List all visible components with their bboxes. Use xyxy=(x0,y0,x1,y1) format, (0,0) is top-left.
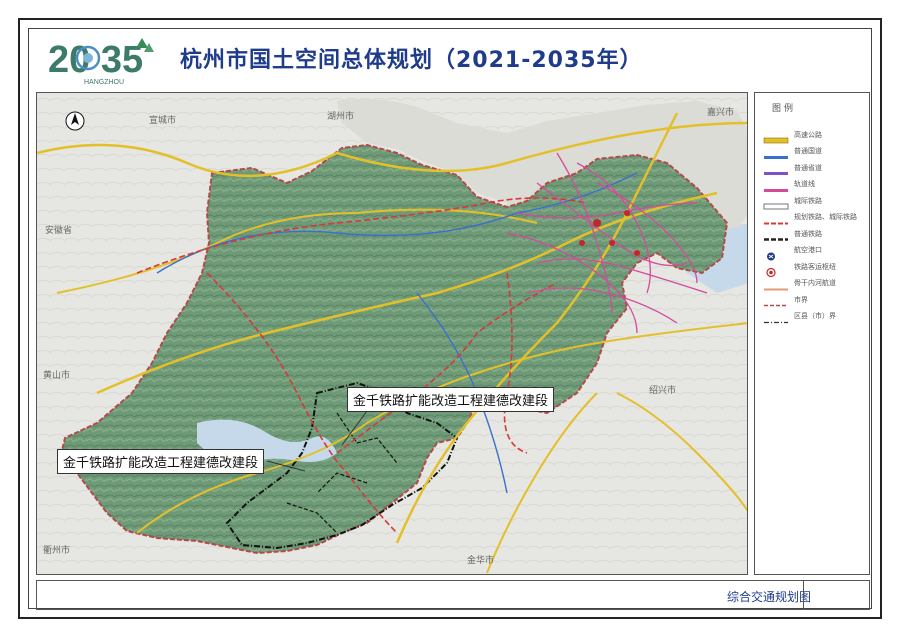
waterway-swatch-icon xyxy=(763,279,789,290)
railway-swatch-icon xyxy=(763,229,789,241)
legend-item-airport: 航空港口 xyxy=(763,243,857,260)
expressway-swatch-icon xyxy=(763,130,789,144)
legend-item-planned-rail: 规划铁路、城际铁路 xyxy=(763,210,857,225)
legend-item-city-border: 市界 xyxy=(763,292,857,307)
footer-bar: 综合交通规划图 xyxy=(36,580,870,610)
legend-item-provincial-road: 普通省道 xyxy=(763,160,857,175)
map-sheet-title: 综合交通规划图 xyxy=(727,590,812,604)
legend-item-county-border: 区县（市）界 xyxy=(763,309,857,324)
logo-number: 20 35 xyxy=(48,39,143,81)
legend-item-rail-hub: 铁路客运枢纽 xyxy=(763,259,857,278)
airport-icon xyxy=(763,246,789,260)
logo-subtext: HANGZHOU xyxy=(84,79,124,86)
provincial-road-swatch-icon xyxy=(763,163,789,175)
legend-list: 高速公路 普通国道 普通省道 轨道线 城际铁路 规划铁路、城际铁路 普通铁路 航… xyxy=(763,127,857,325)
legend-item-rail-transit: 轨道线 xyxy=(763,177,857,192)
hangzhou-2035-logo: 20 35 HANGZHOU xyxy=(48,38,154,86)
rail-transit-swatch-icon xyxy=(763,180,789,192)
header: 20 35 HANGZHOU 杭州市国土空间总体规划（2021-2035年） xyxy=(30,30,870,88)
legend-title: 图例 xyxy=(771,104,796,114)
footer-divider xyxy=(803,580,804,610)
county-border-swatch-icon xyxy=(763,312,789,323)
legend-item-waterway: 骨干内河航道 xyxy=(763,276,857,291)
rail-hub-icon xyxy=(763,262,789,278)
legend-item-railway: 普通铁路 xyxy=(763,226,857,241)
intercity-rail-swatch-icon xyxy=(763,196,789,210)
map-panel: 宣城市 湖州市 嘉兴市 绍兴市 金华市 衢州市 黄山市 安徽省 金千铁路扩能改造… xyxy=(36,92,748,575)
legend-item-expressway: 高速公路 xyxy=(763,127,857,144)
national-road-swatch-icon xyxy=(763,147,789,159)
legend-item-national-road: 普通国道 xyxy=(763,144,857,159)
city-border-swatch-icon xyxy=(763,295,789,307)
legend-item-intercity-rail: 城际铁路 xyxy=(763,193,857,210)
legend-panel: 图例 高速公路 普通国道 普通省道 轨道线 城际铁路 规划铁路、城际铁路 普通铁… xyxy=(754,92,870,575)
callout-leaders xyxy=(266,410,368,472)
planned-rail-swatch-icon xyxy=(763,213,789,224)
page-title: 杭州市国土空间总体规划（2021-2035年） xyxy=(180,48,643,73)
